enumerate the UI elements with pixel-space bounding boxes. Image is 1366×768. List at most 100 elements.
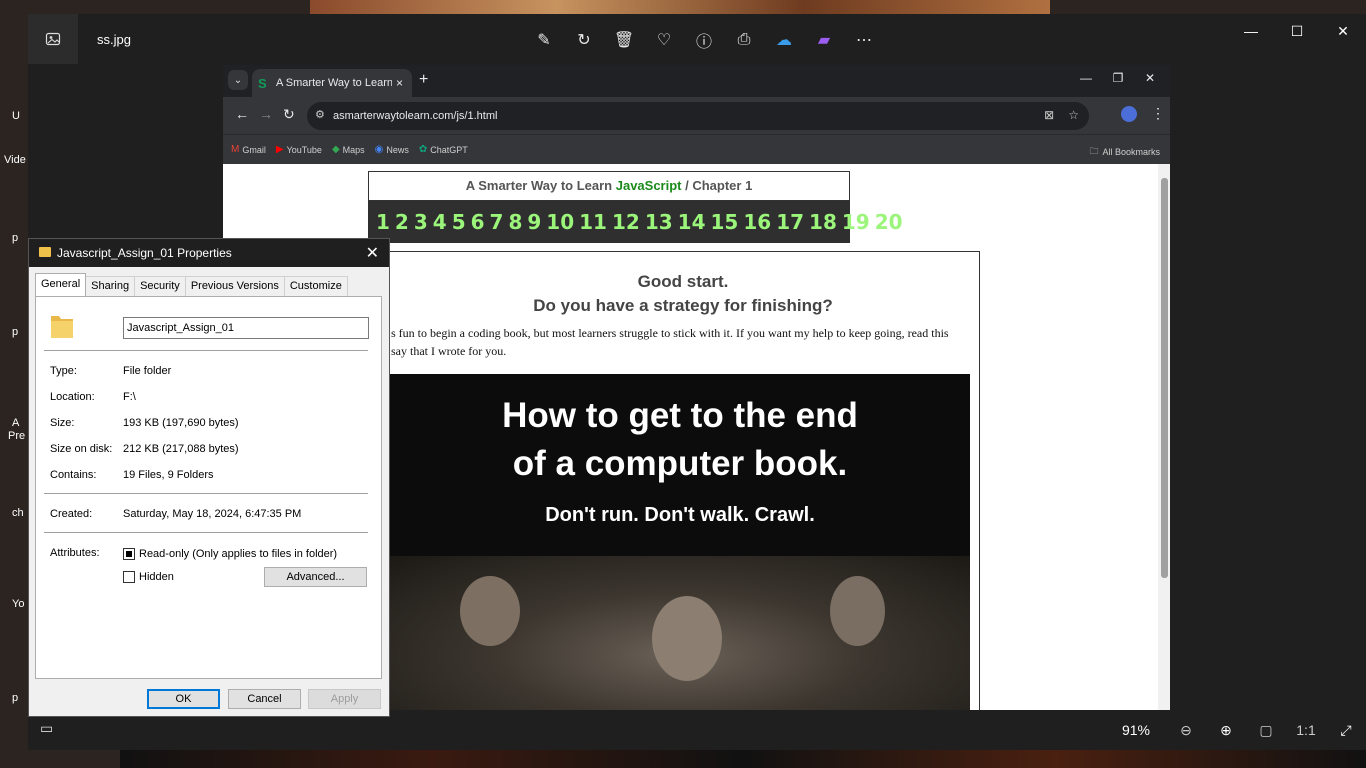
profile-avatar [1121, 106, 1137, 122]
banner-tagline: Don't run. Don't walk. Crawl. [545, 504, 815, 526]
favorite-icon[interactable]: ♡ [644, 27, 684, 53]
actual-size-icon[interactable]: 1:1 [1286, 718, 1326, 742]
site-header-chapter: / Chapter 1 [681, 178, 753, 193]
restore-icon: ❐ [1112, 71, 1124, 85]
hidden-checkbox[interactable] [123, 571, 135, 583]
site-header-prefix: A Smarter Way to Learn [465, 178, 616, 193]
tab-previous-versions[interactable]: Previous Versions [184, 276, 285, 296]
apply-button[interactable]: Apply [308, 689, 381, 709]
more-icon[interactable]: ⋯ [844, 27, 884, 53]
viewer-zoom-controls: 91% ⊖ ⊕ ▢ 1:1 ⤢ [1122, 718, 1366, 742]
attributes-label: Attributes: [50, 547, 100, 559]
bookmark-maps: ◆ Maps [331, 144, 365, 155]
close-icon: ✕ [1144, 71, 1156, 85]
chapter-link-7: 7 [489, 210, 504, 234]
created-label: Created: [50, 508, 93, 520]
back-icon: ← [235, 106, 249, 122]
edit-icon[interactable]: ✎ [524, 27, 564, 53]
chapter-link-16: 16 [743, 210, 772, 234]
desktop-wallpaper-top [310, 0, 1050, 14]
site-header-js: JavaScript [615, 178, 682, 193]
fullscreen-icon[interactable]: ⤢ [1326, 718, 1366, 742]
intro-paragraph: s fun to begin a coding book, but most l… [391, 324, 967, 360]
chapter-link-6: 6 [470, 210, 485, 234]
intro-line: s fun to begin a coding book, but most l… [391, 326, 949, 340]
chapter-link-18: 18 [809, 210, 837, 234]
dialog-title: Javascript_Assign_01 Properties [57, 246, 232, 260]
tab-general[interactable]: General [35, 273, 87, 296]
minimize-icon[interactable]: — [1228, 14, 1274, 48]
chapter-link-17: 17 [776, 210, 805, 234]
rotate-icon[interactable]: ↻ [564, 27, 604, 53]
tab-close-icon: × [396, 76, 404, 90]
hidden-label: Hidden [139, 571, 174, 583]
chapter-link-2: 2 [394, 210, 409, 234]
browser-tab: S A Smarter Way to Learn JavaScript × [252, 69, 412, 97]
desktop-icon-label[interactable]: Pre [8, 430, 26, 442]
maximize-icon[interactable]: ☐ [1274, 14, 1320, 48]
chapter-link-8: 8 [508, 210, 523, 234]
reload-icon: ↻ [283, 106, 295, 122]
chapter-link-1: 1 [376, 210, 390, 234]
bookmark-star-icon: ☆ [1068, 108, 1079, 122]
bookmark-label: News [386, 144, 409, 155]
advanced-button[interactable]: Advanced... [264, 567, 367, 587]
viewer-filename: ss.jpg [97, 32, 131, 47]
zoom-level: 91% [1121, 722, 1150, 738]
fit-to-window-icon[interactable]: ▢ [1246, 718, 1286, 742]
general-tab-panel: Type: File folder Location: F:\ Size: 19… [35, 296, 382, 679]
delete-icon[interactable]: 🗑 [604, 27, 644, 53]
clipchamp-icon[interactable]: ▰ [804, 27, 844, 53]
contains-label: Contains: [50, 469, 97, 481]
zoom-out-icon[interactable]: ⊖ [1166, 718, 1206, 742]
bookmark-gmail: M Gmail [231, 144, 266, 155]
readonly-checkbox[interactable] [123, 548, 135, 560]
photos-app-icon [28, 14, 78, 64]
onedrive-icon[interactable]: ☁ [764, 27, 804, 53]
chapter-link-20: 20 [874, 210, 903, 234]
promo-banner: How to get to the end of a computer book… [390, 374, 970, 556]
chapter-link-11: 11 [579, 210, 607, 234]
ok-button[interactable]: OK [147, 689, 220, 709]
scroll-thumb [1161, 178, 1168, 578]
article-box: Good start. Do you have a strategy for f… [386, 251, 980, 710]
headline-primary: Good start. [637, 272, 729, 291]
size-label: Size: [50, 417, 75, 429]
browser-tab-title: A Smarter Way to Learn JavaScript [276, 77, 392, 89]
all-bookmarks-label: All Bookmarks [1102, 147, 1160, 157]
minimize-icon: — [1080, 71, 1092, 85]
banner-line: of a computer book. [512, 444, 848, 483]
folder-name-input[interactable] [123, 317, 369, 339]
size-on-disk-value: 212 KB (217,088 bytes) [123, 443, 239, 455]
chapter-link-15: 15 [710, 210, 739, 234]
location-value: F:\ [123, 391, 136, 403]
address-bar: ⚙ asmarterwaytolearn.com/js/1.html ⊠ ☆ [307, 102, 1089, 130]
desktop-icon-label[interactable]: Vide [4, 154, 26, 166]
intro-line: say that I wrote for you. [391, 344, 507, 358]
zoom-in-icon[interactable]: ⊕ [1206, 718, 1246, 742]
headline-secondary: Do you have a strategy for finishing? [533, 296, 833, 315]
print-icon[interactable]: ⎙ [724, 27, 764, 53]
chapter-link-14: 14 [677, 210, 706, 234]
cancel-button[interactable]: Cancel [228, 689, 301, 709]
folder-icon [39, 247, 51, 257]
divider [44, 350, 368, 351]
tab-sharing[interactable]: Sharing [85, 276, 136, 296]
viewer-titlebar: ss.jpg ✎ ↻ 🗑 ♡ ⓘ ⎙ ☁ ▰ ⋯ — ☐ ✕ [28, 14, 1366, 64]
filmstrip-icon[interactable]: ▭ [40, 720, 53, 737]
chapter-link-3: 3 [413, 210, 428, 234]
tab-search-icon: ⌄ [228, 70, 248, 90]
tab-customize[interactable]: Customize [283, 276, 348, 296]
site-header: A Smarter Way to Learn JavaScript / Chap… [368, 171, 850, 201]
site-info-icon: ⚙ [315, 109, 325, 121]
browser-tabbar: ⌄ S A Smarter Way to Learn JavaScript × … [223, 65, 1170, 97]
camera-blocked-icon: ⊠ [1044, 108, 1055, 122]
photo-person [460, 576, 520, 646]
close-icon[interactable]: ✕ [1320, 14, 1366, 48]
address-bar-actions: ⊠ ☆ [1044, 108, 1079, 122]
info-icon[interactable]: ⓘ [684, 27, 724, 53]
tab-security[interactable]: Security [134, 276, 186, 296]
size-value: 193 KB (197,690 bytes) [123, 417, 239, 429]
close-icon[interactable]: ✕ [366, 243, 379, 263]
mud-crawl-photo [390, 556, 970, 710]
